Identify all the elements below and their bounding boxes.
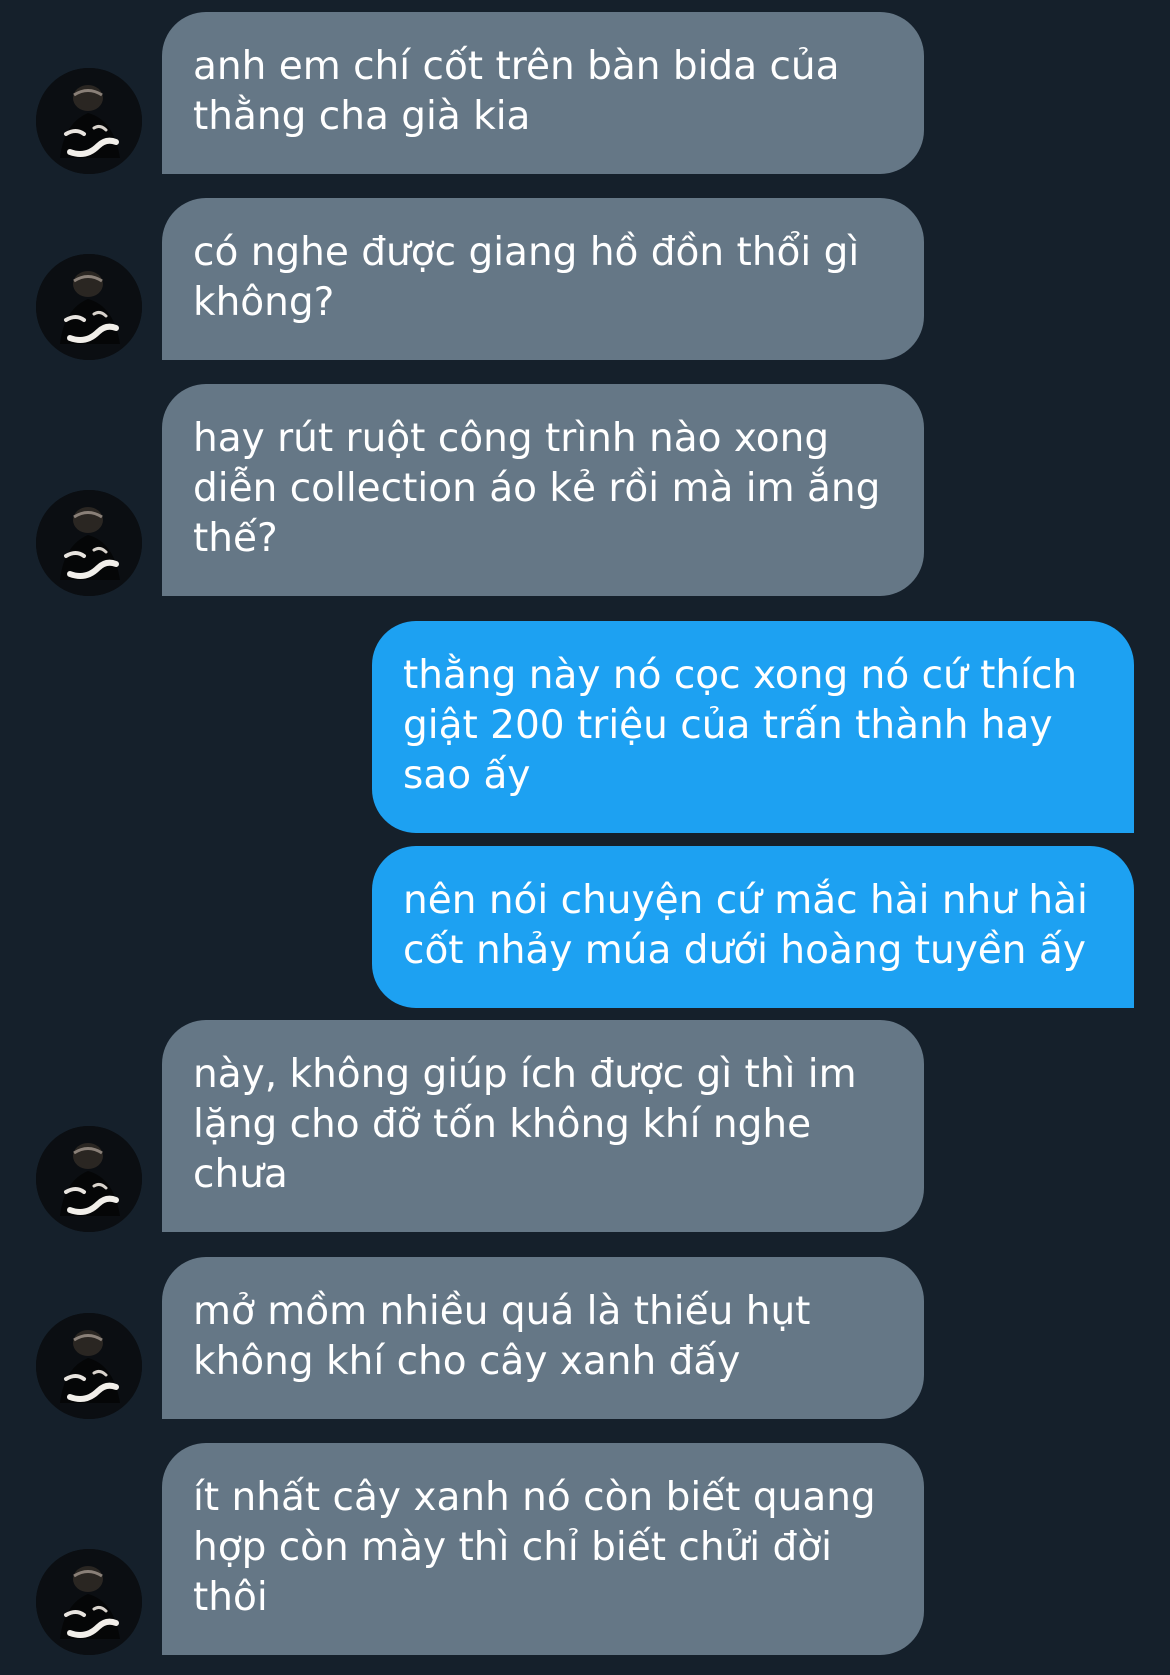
message-bubble[interactable]: nên nói chuyện cứ mắc hài như hài cốt nh… bbox=[372, 846, 1134, 1008]
message-row: có nghe được giang hồ đồn thổi gì không? bbox=[0, 198, 1170, 360]
message-row: ít nhất cây xanh nó còn biết quang hợp c… bbox=[0, 1443, 1170, 1655]
user-avatar-icon bbox=[36, 254, 142, 360]
message-row: hay rút ruột công trình nào xong diễn co… bbox=[0, 384, 1170, 596]
message-row: thằng này nó cọc xong nó cứ thích giật 2… bbox=[0, 621, 1170, 833]
message-row: mở mồm nhiều quá là thiếu hụt không khí … bbox=[0, 1257, 1170, 1419]
user-avatar-icon bbox=[36, 1313, 142, 1419]
avatar[interactable] bbox=[36, 1549, 142, 1655]
message-bubble[interactable]: có nghe được giang hồ đồn thổi gì không? bbox=[162, 198, 924, 360]
message-bubble[interactable]: thằng này nó cọc xong nó cứ thích giật 2… bbox=[372, 621, 1134, 833]
message-thread[interactable]: anh em chí cốt trên bàn bida của thằng c… bbox=[0, 0, 1170, 1675]
user-avatar-icon bbox=[36, 1549, 142, 1655]
message-bubble[interactable]: này, không giúp ích được gì thì im lặng … bbox=[162, 1020, 924, 1232]
avatar[interactable] bbox=[36, 1126, 142, 1232]
avatar[interactable] bbox=[36, 1313, 142, 1419]
user-avatar-icon bbox=[36, 1126, 142, 1232]
message-bubble[interactable]: anh em chí cốt trên bàn bida của thằng c… bbox=[162, 12, 924, 174]
message-row: anh em chí cốt trên bàn bida của thằng c… bbox=[0, 12, 1170, 174]
avatar[interactable] bbox=[36, 490, 142, 596]
avatar[interactable] bbox=[36, 68, 142, 174]
message-bubble[interactable]: hay rút ruột công trình nào xong diễn co… bbox=[162, 384, 924, 596]
user-avatar-icon bbox=[36, 490, 142, 596]
message-row: này, không giúp ích được gì thì im lặng … bbox=[0, 1020, 1170, 1232]
user-avatar-icon bbox=[36, 68, 142, 174]
message-bubble[interactable]: ít nhất cây xanh nó còn biết quang hợp c… bbox=[162, 1443, 924, 1655]
message-bubble[interactable]: mở mồm nhiều quá là thiếu hụt không khí … bbox=[162, 1257, 924, 1419]
message-row: nên nói chuyện cứ mắc hài như hài cốt nh… bbox=[0, 846, 1170, 1008]
avatar[interactable] bbox=[36, 254, 142, 360]
